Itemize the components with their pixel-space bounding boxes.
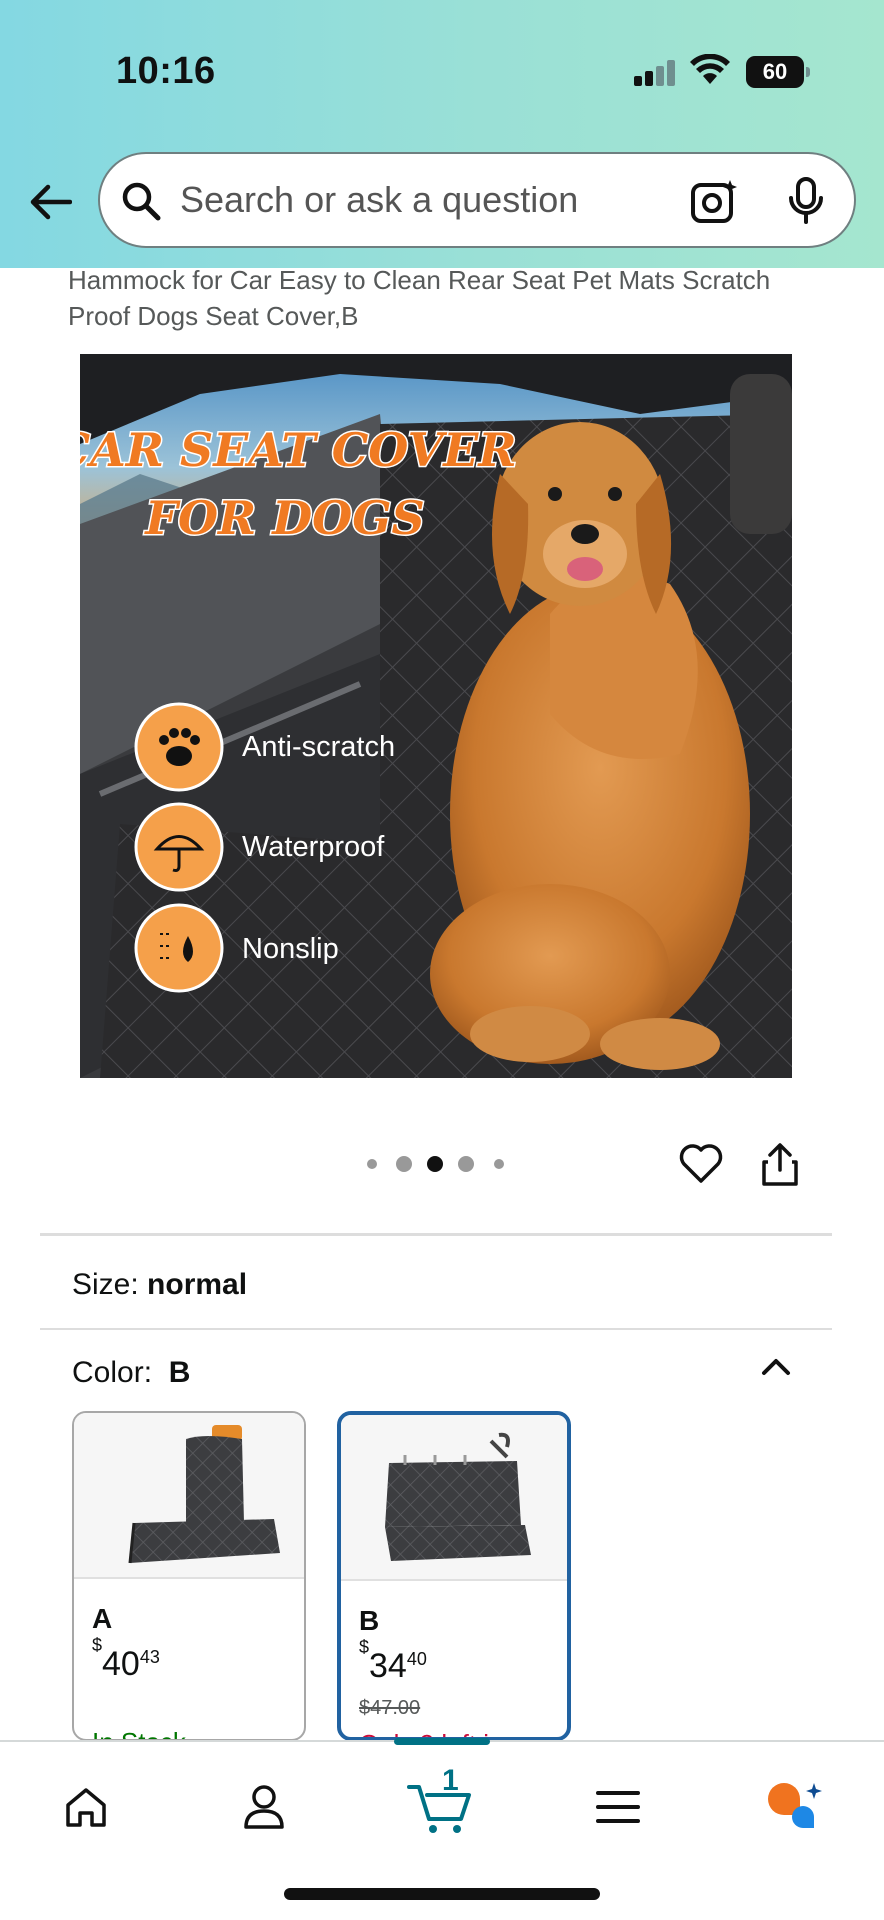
swatch-thumbnail [74,1413,304,1579]
nav-menu[interactable] [578,1772,658,1842]
price-whole: 34 [369,1647,407,1685]
battery-indicator: 60 [746,56,810,88]
rufus-icon [768,1783,822,1828]
camera-search-icon[interactable] [690,178,738,224]
currency-symbol: $ [359,1636,370,1657]
nav-cart[interactable] [400,1772,480,1842]
feature-label-waterproof: Waterproof [242,831,385,863]
wifi-icon [690,54,730,84]
swatch-thumbnail [341,1415,567,1581]
swatch-name: A [92,1603,113,1634]
color-label: Color: [72,1356,153,1389]
image-headline-line2: FOR DOGS [143,491,424,545]
account-icon [244,1785,284,1829]
cellular-signal-icon [634,60,676,86]
back-button[interactable] [22,178,78,226]
feature-label-nonslip: Nonslip [242,933,339,965]
carousel-dot[interactable] [494,1159,504,1169]
header: 10:16 60 [0,0,884,268]
currency-symbol: $ [92,1634,103,1655]
feature-label-anti-scratch: Anti-scratch [242,731,395,763]
active-tab-indicator [394,1738,490,1745]
product-image[interactable]: CAR SEAT COVER FOR DOGS Anti-scratch Wat… [80,354,792,1078]
color-swatch-a[interactable]: A $4043 In Stock [72,1411,306,1741]
nav-account[interactable] [224,1772,304,1842]
front-seat-cover-image [128,1425,280,1564]
price-fraction: 43 [139,1647,160,1667]
stock-status: In Stock [92,1727,186,1739]
divider [40,1328,832,1330]
cart-icon [407,1785,471,1833]
microphone-icon[interactable] [786,176,826,226]
price-whole: 40 [102,1645,140,1683]
swatch-price: $4043 [92,1635,160,1684]
menu-icon [596,1791,640,1823]
rear-seat-cover-image [385,1432,531,1561]
wishlist-heart-icon[interactable] [678,1142,724,1184]
product-title: Hammock for Car Easy to Clean Rear Seat … [68,265,771,331]
carousel-dot[interactable] [367,1159,377,1169]
divider [40,1233,832,1236]
nav-home[interactable] [46,1772,126,1842]
search-icon [122,182,161,221]
color-value: B [168,1356,191,1389]
carousel-dot[interactable] [396,1156,412,1172]
product-photo: CAR SEAT COVER FOR DOGS Anti-scratch Wat… [80,354,792,1078]
carousel-dot-active[interactable] [427,1156,443,1172]
size-value: normal [147,1268,248,1301]
home-indicator[interactable] [284,1888,600,1900]
color-swatch-b[interactable]: B $3440 $47.00 Only 3 left in [337,1411,571,1741]
color-selector[interactable]: Color: B [72,1356,190,1390]
status-time: 10:16 [116,50,216,92]
back-arrow-icon [30,184,72,220]
swatch-name: B [359,1605,380,1636]
size-label: Size: [72,1268,139,1301]
carousel-dot[interactable] [458,1156,474,1172]
swatch-price: $3440 [359,1637,427,1686]
nav-rufus[interactable] [754,1772,834,1842]
share-icon[interactable] [760,1142,800,1188]
search-bar[interactable] [98,152,856,248]
list-price: $47.00 [359,1697,421,1719]
search-input[interactable] [180,174,740,226]
home-icon [66,1788,106,1827]
price-fraction: 40 [406,1649,427,1669]
chevron-up-icon[interactable] [758,1354,794,1378]
cart-count-badge: 1 [442,1764,459,1797]
image-headline-line1: CAR SEAT COVER [80,423,517,477]
size-selector[interactable]: Size: normal [72,1268,247,1302]
